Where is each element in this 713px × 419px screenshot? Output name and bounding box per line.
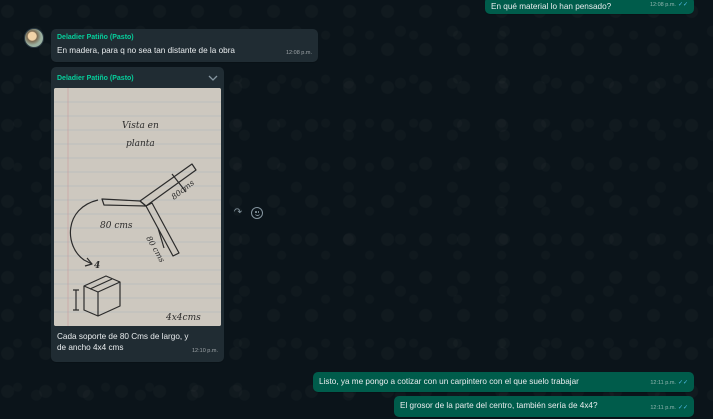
message-time: 12:11 p.m. <box>650 380 676 386</box>
emoji-react-icon[interactable] <box>251 207 263 219</box>
message-text: Listo, ya me pongo a cotizar con un carp… <box>319 377 579 386</box>
avatar[interactable] <box>24 28 44 48</box>
incoming-message[interactable]: Deladier Patiño (Pasto) En madera, para … <box>51 29 318 62</box>
sketch-label-marker: 4 <box>94 261 100 271</box>
message-time: 12:08 p.m. <box>649 2 676 8</box>
read-ticks-icon: ✓✓ <box>677 380 688 386</box>
forward-icon[interactable]: ↷ <box>232 207 244 219</box>
message-text: En madera, para q no sea tan distante de… <box>57 46 235 55</box>
read-ticks-icon: ✓✓ <box>677 405 688 411</box>
sketch-title-1: Vista en <box>122 121 159 131</box>
outgoing-message[interactable]: En qué material lo han pensado? 12:08 p.… <box>485 0 694 14</box>
chevron-down-icon[interactable] <box>208 74 218 82</box>
message-time: 12:10 p.m. <box>192 348 218 354</box>
outgoing-message[interactable]: Listo, ya me pongo a cotizar con un carp… <box>313 372 694 392</box>
read-ticks-icon: ✓✓ <box>677 2 688 8</box>
sketch-image[interactable]: Vista en planta 80 cms 80cms 80 cms 4 4x… <box>54 88 221 326</box>
sketch-drawing: Vista en planta 80 cms 80cms 80 cms 4 4x… <box>54 88 221 326</box>
sketch-label-arm1: 80 cms <box>100 221 133 231</box>
message-text: En qué material lo han pensado? <box>491 2 612 11</box>
sketch-title-2: planta <box>126 139 155 149</box>
sender-name[interactable]: Deladier Patiño (Pasto) <box>57 32 312 43</box>
message-time: 12:11 p.m. <box>650 405 676 411</box>
message-text: El grosor de la parte del centro, tambié… <box>400 401 598 410</box>
outgoing-message[interactable]: El grosor de la parte del centro, tambié… <box>394 396 694 417</box>
sender-name[interactable]: Deladier Patiño (Pasto) <box>57 73 134 84</box>
message-time: 12:08 p.m. <box>286 50 312 56</box>
sketch-label-dimension: 4x4cms <box>165 313 201 323</box>
